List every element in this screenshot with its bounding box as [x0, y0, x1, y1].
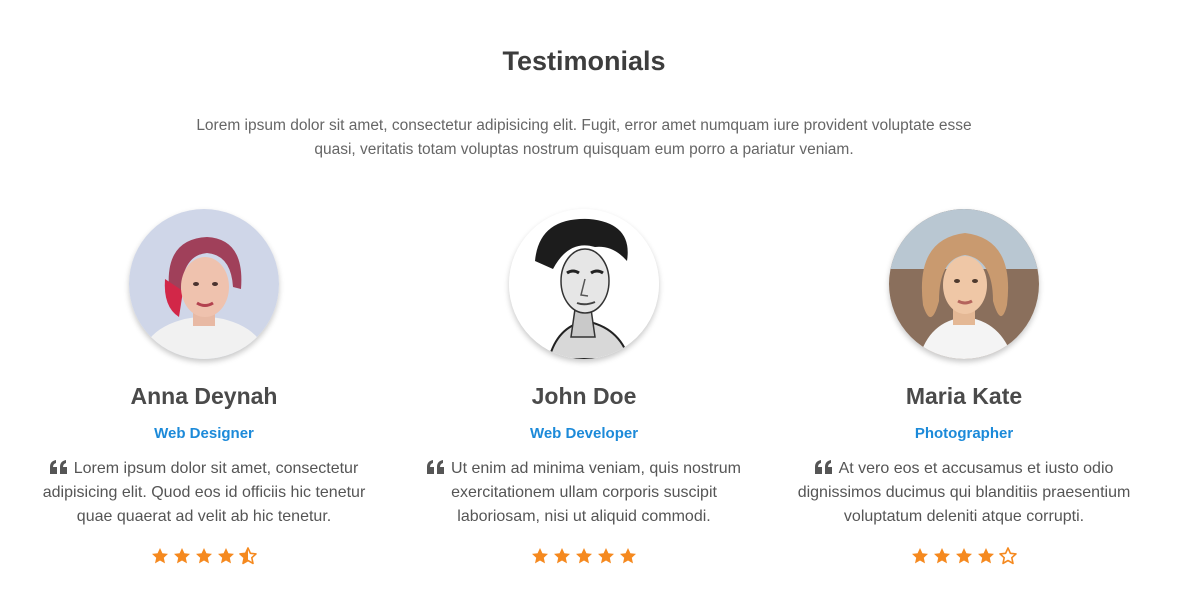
- testimonial-quote: At vero eos et accusamus et iusto odio d…: [794, 457, 1134, 529]
- star-full-icon: [597, 547, 615, 565]
- star-empty-icon: [999, 547, 1017, 565]
- quote-left-icon: [49, 458, 68, 474]
- star-half-icon: [239, 547, 257, 565]
- testimonial-quote-text: Ut enim ad minima veniam, quis nostrum e…: [451, 460, 741, 525]
- star-full-icon: [151, 547, 169, 565]
- star-full-icon: [531, 547, 549, 565]
- testimonial-quote-text: Lorem ipsum dolor sit amet, consectetur …: [42, 460, 366, 525]
- star-full-icon: [553, 547, 571, 565]
- testimonial-card: Anna Deynah Web Designer Lorem ipsum dol…: [24, 209, 384, 569]
- section-title: Testimonials: [502, 46, 666, 76]
- testimonial-quote-text: At vero eos et accusamus et iusto odio d…: [797, 460, 1131, 525]
- quote-left-icon: [427, 458, 445, 474]
- testimonial-name: John Doe: [531, 383, 637, 409]
- testimonial-card: John Doe Web Developer Ut enim ad minima…: [404, 209, 764, 569]
- avatar: [509, 209, 659, 359]
- star-full-icon: [619, 547, 637, 565]
- star-full-icon: [575, 547, 593, 565]
- star-full-icon: [955, 547, 973, 565]
- star-full-icon: [977, 547, 995, 565]
- testimonial-role: Photographer: [914, 425, 1014, 442]
- avatar: [129, 209, 279, 359]
- star-full-icon: [933, 547, 951, 565]
- testimonial-card: Maria Kate Photographer At vero eos et a…: [784, 209, 1144, 569]
- rating-stars: [24, 547, 384, 569]
- rating-stars: [784, 547, 1144, 569]
- testimonial-quote: Ut enim ad minima veniam, quis nostrum e…: [414, 457, 754, 529]
- star-full-icon: [173, 547, 191, 565]
- testimonial-role: Web Developer: [529, 425, 639, 442]
- section-intro: Lorem ipsum dolor sit amet, consectetur …: [196, 117, 972, 158]
- testimonials-section: Testimonials Lorem ipsum dolor sit amet,…: [0, 0, 1179, 615]
- avatar: [889, 209, 1039, 359]
- star-full-icon: [911, 547, 929, 565]
- rating-stars: [404, 547, 764, 569]
- testimonial-quote: Lorem ipsum dolor sit amet, consectetur …: [34, 457, 374, 529]
- quote-left-icon: [814, 458, 833, 474]
- star-full-icon: [217, 547, 235, 565]
- testimonial-name: Anna Deynah: [130, 383, 278, 409]
- star-full-icon: [195, 547, 213, 565]
- testimonial-name: Maria Kate: [905, 383, 1023, 409]
- testimonial-role: Web Designer: [154, 425, 254, 442]
